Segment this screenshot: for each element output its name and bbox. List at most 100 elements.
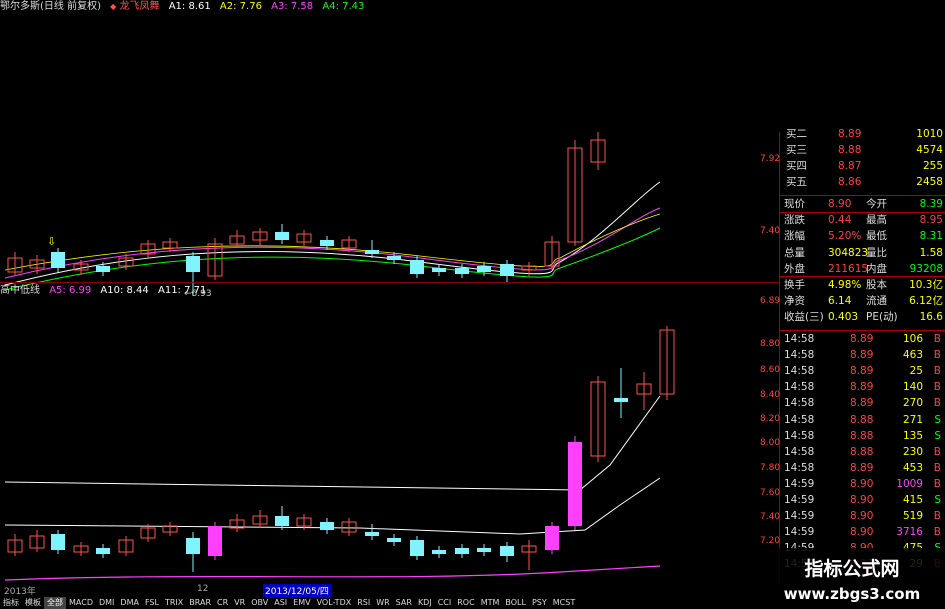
tab-roc[interactable]: ROC: [454, 597, 477, 609]
tick-row[interactable]: 14:58 8.88 271 S: [780, 412, 945, 428]
candle-body: [387, 256, 401, 260]
axis-label: 8.80: [760, 339, 781, 349]
bid-volume: 2458: [916, 176, 943, 188]
tab-mtm[interactable]: MTM: [478, 597, 503, 609]
tick-row[interactable]: 14:58 8.89 140 B: [780, 379, 945, 395]
stat-label: 股本: [866, 279, 887, 291]
watermark-url: www.zbgs3.com: [784, 585, 920, 603]
tab-asi[interactable]: ASI: [271, 597, 290, 609]
tab-全部[interactable]: 全部: [44, 597, 66, 609]
quote-row: 净资 6.14 流通 6.12亿: [780, 293, 945, 309]
quote-row: 涨跌 0.44 最高 8.95: [780, 212, 945, 228]
tick-side: B: [933, 445, 941, 458]
indicator-name[interactable]: 高中低线: [0, 285, 40, 296]
tick-volume: 135: [902, 429, 923, 442]
quote-row: 买二 8.89 1010: [780, 126, 945, 142]
candle-body: [275, 232, 289, 240]
axis-label: 7.20: [760, 536, 781, 546]
candle-body: [545, 526, 559, 550]
tick-volume: 453: [902, 461, 923, 474]
quote-row: 买五 8.86 2458: [780, 174, 945, 190]
tick-price: 8.89: [850, 461, 874, 474]
tick-price: 8.89: [850, 349, 874, 362]
tick-row[interactable]: 14:58 8.89 270 B: [780, 395, 945, 411]
tick-time: 14:58: [784, 413, 815, 426]
tick-price: 8.89: [850, 381, 874, 394]
tick-side: B: [933, 526, 941, 539]
candle-body: [365, 532, 379, 536]
tick-row[interactable]: 14:59 8.90 3716 B: [780, 524, 945, 540]
dropdown-triangle-icon: ◆: [110, 2, 117, 11]
tick-row[interactable]: 14:59 8.90 519 B: [780, 508, 945, 524]
quote-row: 换手 4.98% 股本 10.3亿: [780, 277, 945, 293]
stat-value: 16.6: [919, 311, 943, 324]
tab-mcst[interactable]: MCST: [550, 597, 578, 609]
tab-指标[interactable]: 指标: [0, 597, 22, 609]
tick-side: S: [934, 413, 941, 426]
tab-dma[interactable]: DMA: [117, 597, 142, 609]
indicator-name[interactable]: ◆ 龙飞凤舞: [110, 1, 163, 12]
tab-macd[interactable]: MACD: [66, 597, 96, 609]
year-label: 2013年: [4, 587, 36, 597]
tick-row[interactable]: 14:58 8.89 25 B: [780, 363, 945, 379]
stat-value: 304823: [828, 246, 869, 259]
tab-vr[interactable]: VR: [231, 597, 248, 609]
tick-price: 8.88: [850, 429, 874, 442]
candle-body: [455, 268, 469, 274]
candle-body: [186, 256, 200, 272]
axis-label: 7.40: [760, 512, 781, 522]
tick-price: 8.89: [850, 397, 874, 410]
tab-brar[interactable]: BRAR: [186, 597, 214, 609]
candle-body: [455, 548, 469, 554]
quote-row: 总量 304823 量比 1.58: [780, 245, 945, 261]
site-watermark: 指标公式网 www.zbgs3.com: [746, 548, 945, 609]
tick-row[interactable]: 14:58 8.88 135 S: [780, 428, 945, 444]
stat-value: 8.90: [828, 198, 852, 210]
tick-row[interactable]: 14:58 8.89 106 B: [780, 331, 945, 347]
quote-panel: 买二 8.89 1010 买三 8.88 4574 买四 8.87 255 买五 8.86 2458 现…: [780, 128, 945, 346]
tab-dmi[interactable]: DMI: [96, 597, 117, 609]
tick-row[interactable]: 14:58 8.89 463 B: [780, 347, 945, 363]
axis-label: 8.00: [760, 438, 781, 448]
stat-value: 0.44: [828, 214, 852, 227]
axis-label: 7.60: [760, 488, 781, 498]
tab-cr[interactable]: CR: [214, 597, 231, 609]
tab-obv[interactable]: OBV: [248, 597, 271, 609]
legend-a3: A3: 7.58: [271, 1, 314, 12]
tab-fsl[interactable]: FSL: [142, 597, 162, 609]
watermark-title: 指标公式网: [804, 557, 899, 580]
candle-body: [96, 266, 110, 272]
axis-label: 8.60: [760, 365, 781, 375]
bid-volume: 1010: [916, 128, 943, 140]
tab-kdj[interactable]: KDJ: [415, 597, 435, 609]
candle-body: [96, 548, 110, 554]
tick-side: B: [933, 510, 941, 523]
tick-volume: 463: [902, 349, 923, 362]
tab-trix[interactable]: TRIX: [162, 597, 186, 609]
tab-sar[interactable]: SAR: [393, 597, 415, 609]
tab-emv[interactable]: EMV: [290, 597, 313, 609]
tick-time: 14:59: [784, 526, 815, 539]
tick-price: 8.90: [850, 510, 874, 523]
tab-rsi[interactable]: RSI: [354, 597, 373, 609]
tick-row[interactable]: 14:58 8.89 453 B: [780, 460, 945, 476]
tab-模板[interactable]: 模板: [22, 597, 44, 609]
month-label: 12: [197, 584, 209, 594]
tab-vol-tdx[interactable]: VOL-TDX: [314, 597, 355, 609]
tick-row[interactable]: 14:59 8.90 415 S: [780, 492, 945, 508]
quote-row: 外盘 211615 内盘 93208: [780, 261, 945, 277]
tab-boll[interactable]: BOLL: [502, 597, 529, 609]
tick-row[interactable]: 14:58 8.88 230 B: [780, 444, 945, 460]
tab-wr[interactable]: WR: [373, 597, 392, 609]
tick-row[interactable]: 14:59 8.90 1009 B: [780, 476, 945, 492]
legend-a4: A4: 7.43: [322, 1, 365, 12]
tab-psy[interactable]: PSY: [529, 597, 550, 609]
tick-price: 8.89: [850, 333, 874, 345]
bottom-indicator-legend: 高中低线 A5: 6.99 A10: 8.44 A11: 7.71: [0, 284, 212, 298]
stat-label: 换手: [784, 279, 805, 291]
stat-label: 净资: [784, 295, 805, 308]
tick-list[interactable]: 14:58 8.89 106 B 14:58 8.89 463 B 14:58 8.89 25 B 14…: [780, 331, 945, 571]
cursor-date: 2013/12/05/四: [263, 584, 331, 597]
tick-time: 14:58: [784, 445, 815, 458]
tab-cci[interactable]: CCI: [435, 597, 455, 609]
